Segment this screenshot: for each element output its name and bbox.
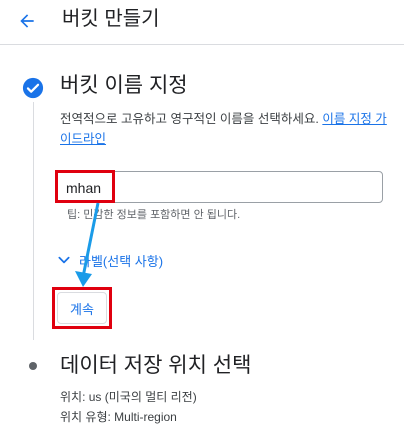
bucket-name-field[interactable]	[55, 171, 383, 203]
location-value: 위치: us (미국의 멀티 리전)	[60, 390, 197, 404]
arrow-left-icon	[20, 14, 34, 28]
check-circle-icon	[22, 77, 44, 99]
chevron-down-icon	[58, 256, 70, 264]
step2-indicator-dot	[29, 362, 37, 370]
stepper-line	[33, 102, 34, 340]
description-text: 전역적으로 고유하고 영구적인 이름을 선택하세요.	[60, 112, 323, 126]
bucket-name-input[interactable]	[66, 178, 366, 198]
app-header: 버킷 만들기	[0, 0, 404, 45]
labels-toggle-label: 라벨(선택 사항)	[79, 253, 164, 269]
labels-toggle[interactable]: 라벨(선택 사항)	[57, 250, 163, 270]
input-tip: 팁: 민감한 정보를 포함하면 안 됩니다.	[67, 209, 241, 221]
continue-button[interactable]: 계속	[57, 292, 107, 324]
step2-title[interactable]: 데이터 저장 위치 선택	[60, 352, 251, 380]
location-type-value: 위치 유형: Multi-region	[60, 410, 177, 424]
page-title: 버킷 만들기	[62, 8, 160, 30]
step1-description: 전역적으로 고유하고 영구적인 이름을 선택하세요. 이름 지정 가이드라인	[60, 109, 390, 149]
step1-title: 버킷 이름 지정	[60, 74, 188, 97]
back-button[interactable]	[12, 6, 42, 36]
